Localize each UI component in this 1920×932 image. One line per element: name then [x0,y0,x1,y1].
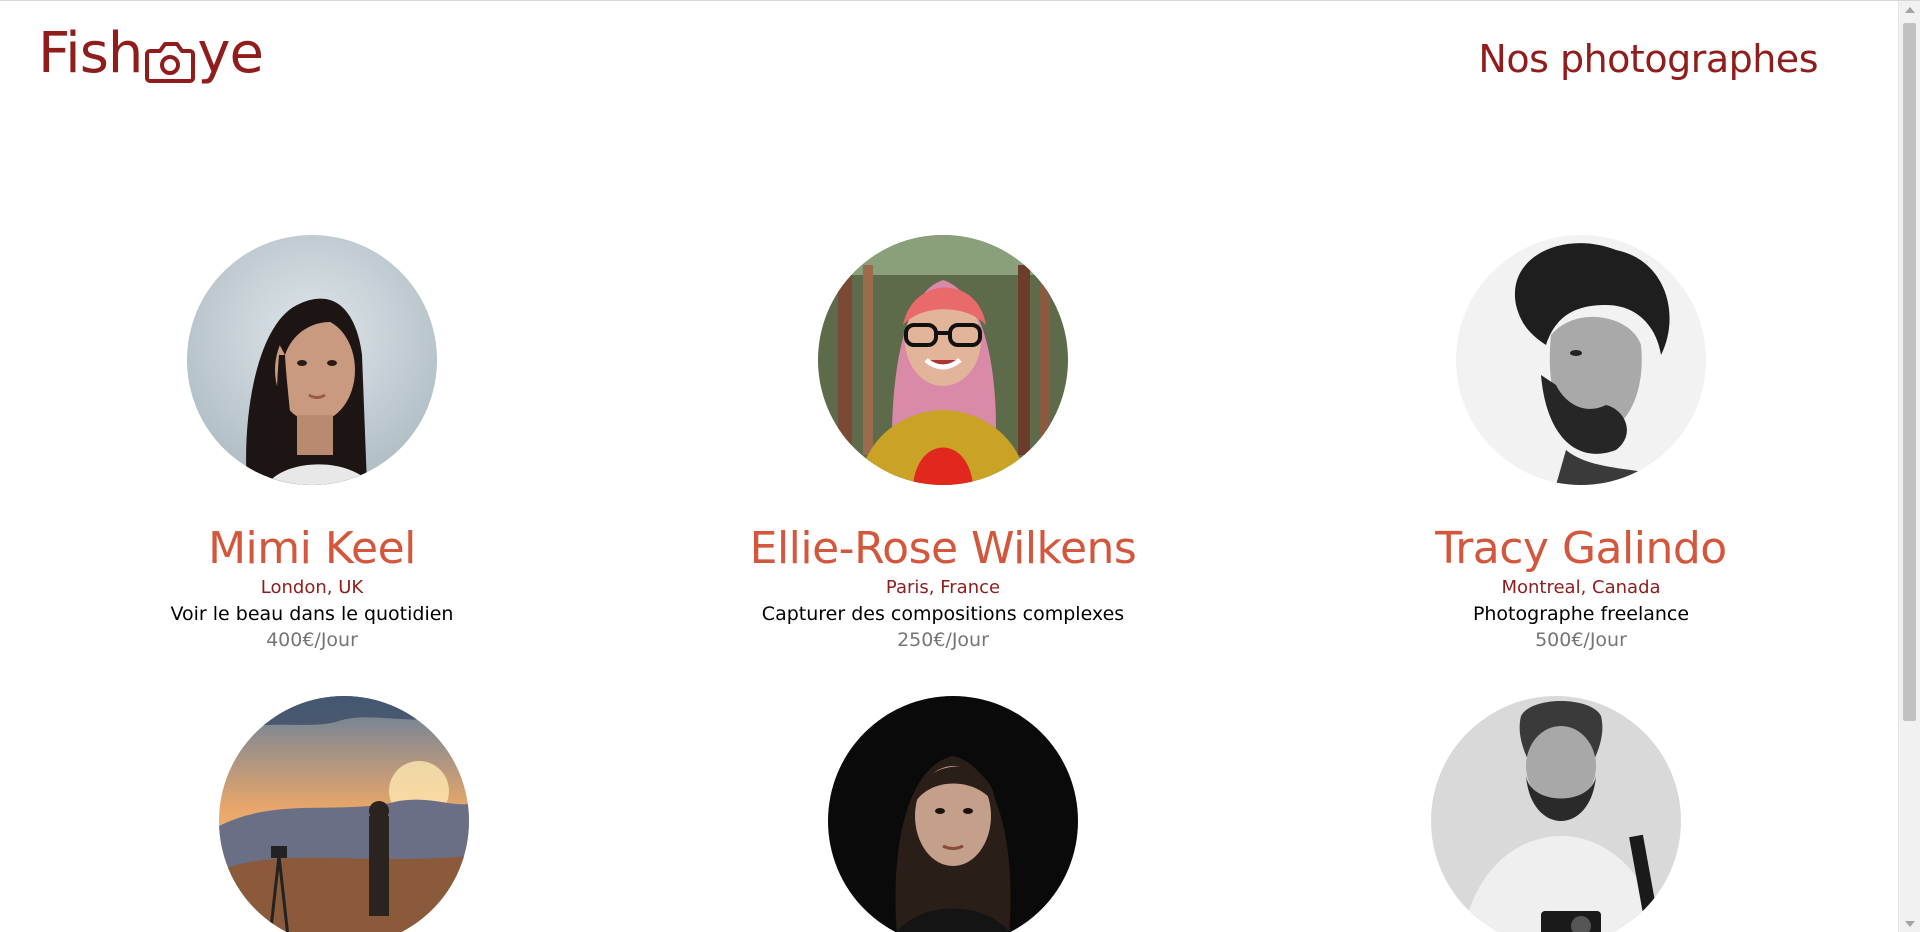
scroll-down-icon[interactable] [1905,921,1915,927]
photographer-card-4[interactable] [84,696,604,932]
photographer-portrait-ellie-rose-wilkens[interactable] [818,235,1068,485]
photographer-price: 500€/Jour [1535,629,1627,651]
photographer-name: Ellie-Rose Wilkens [749,523,1137,574]
photographer-name: Tracy Galindo [1435,523,1727,574]
photographer-price: 400€/Jour [266,629,358,651]
photographer-portrait-5[interactable] [828,696,1078,932]
photographer-location: London, UK [260,577,364,598]
scroll-up-icon[interactable] [1905,7,1915,13]
photographer-card-5[interactable] [693,696,1213,932]
photographer-tagline: Photographe freelance [1472,603,1690,625]
photographer-card-mimi-keel[interactable]: Mimi Keel London, UK Voir le beau dans l… [52,235,572,653]
scrollbar-thumb[interactable] [1903,23,1916,721]
vertical-scrollbar[interactable] [1898,1,1920,932]
photographer-location: Paris, France [885,577,1001,598]
photographer-portrait-tracy-galindo[interactable] [1456,235,1706,485]
photographer-portrait-4[interactable] [219,696,469,932]
photographer-tagline: Capturer des compositions complexes [761,603,1125,625]
photographer-portrait-mimi-keel[interactable] [187,235,437,485]
photographer-card-ellie-rose-wilkens[interactable]: Ellie-Rose Wilkens Paris, France Capture… [683,235,1203,653]
photographer-tagline: Voir le beau dans le quotidien [170,603,454,625]
photographer-location: Montreal, Canada [1501,577,1661,598]
photographer-portrait-6[interactable] [1431,696,1681,932]
photographers-grid: Mimi Keel London, UK Voir le beau dans l… [0,1,1898,932]
photographer-name: Mimi Keel [208,523,416,574]
photographer-card-tracy-galindo[interactable]: Tracy Galindo Montreal, Canada Photograp… [1321,235,1841,653]
photographer-price: 250€/Jour [897,629,989,651]
photographer-card-6[interactable] [1296,696,1816,932]
page: Fish ye Nos photographes Mimi Keel Londo… [0,0,1920,932]
